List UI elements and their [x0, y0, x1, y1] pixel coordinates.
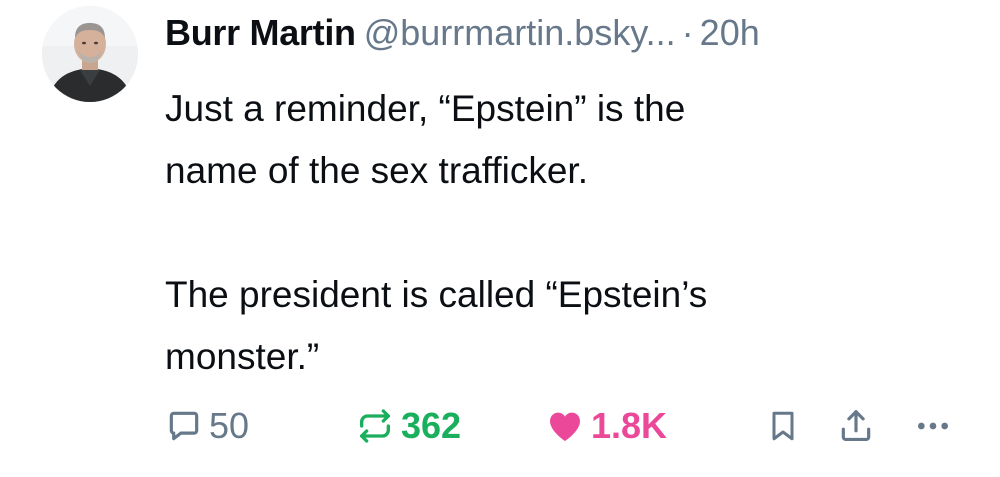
post-header: Burr Martin @burrmartin.bsky... · 20h	[165, 10, 760, 56]
bookmark-icon	[765, 406, 801, 446]
reply-icon	[165, 407, 203, 445]
post-text-line: Just a reminder, “Epstein” is the	[165, 88, 686, 129]
share-button[interactable]	[837, 400, 875, 452]
separator-dot: ·	[681, 12, 694, 53]
post-text-line: The president is called “Epstein’s	[165, 274, 708, 315]
avatar-image	[42, 6, 138, 102]
repost-icon	[355, 406, 395, 446]
author-name[interactable]: Burr Martin	[165, 12, 356, 53]
reply-button[interactable]: 50	[165, 400, 249, 452]
author-handle[interactable]: @burrmartin.bsky...	[364, 12, 676, 53]
like-count: 1.8K	[591, 405, 668, 446]
share-icon	[837, 406, 875, 446]
avatar[interactable]	[42, 6, 138, 102]
post-timestamp[interactable]: 20h	[700, 12, 760, 53]
bookmark-button[interactable]	[765, 400, 801, 452]
post-card[interactable]: Burr Martin @burrmartin.bsky... · 20h Just …	[0, 0, 1000, 477]
post-actions: 50 362 1.8K	[165, 400, 965, 452]
reply-count: 50	[209, 405, 250, 446]
post-text: Just a reminder, “Epstein” is the name o…	[165, 78, 965, 388]
repost-count: 362	[401, 405, 462, 446]
post-text-line: monster.”	[165, 336, 320, 377]
post-text-line: name of the sex trafficker.	[165, 150, 588, 191]
more-icon	[913, 406, 953, 446]
more-options-button[interactable]	[913, 400, 953, 452]
heart-icon	[545, 406, 585, 446]
repost-button[interactable]: 362	[355, 400, 461, 452]
like-button[interactable]: 1.8K	[545, 400, 667, 452]
